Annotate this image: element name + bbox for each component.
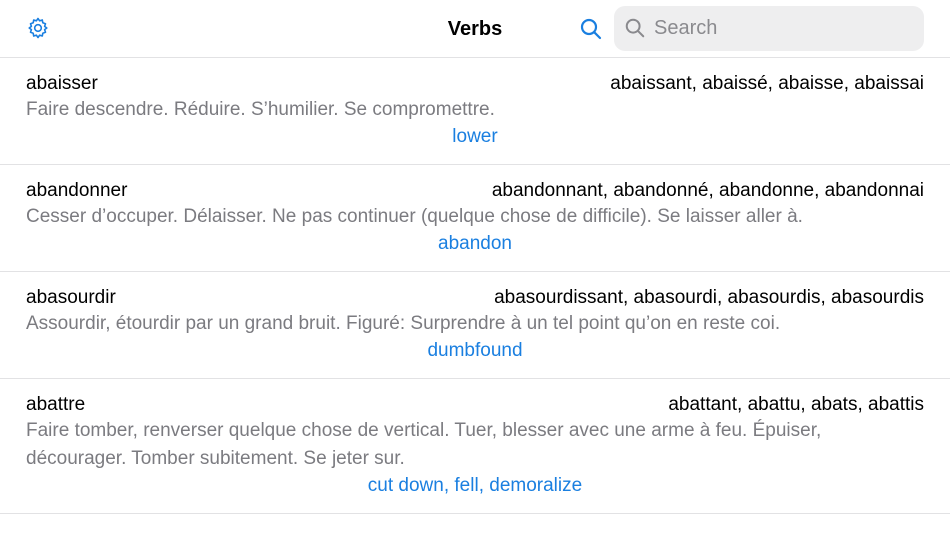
verb-infinitive: abattre (26, 394, 86, 415)
verb-translation: abandon (438, 233, 512, 254)
verb-translation: dumbfound (427, 340, 523, 361)
verb-infinitive: abaisser (26, 73, 98, 94)
list-item-partial[interactable] (0, 514, 950, 554)
list-item[interactable]: abasourdir abasourdissant, abasourdi, ab… (0, 272, 950, 379)
verb-definition: Assourdir, étourdir par un grand bruit. … (26, 313, 781, 334)
verb-translation: cut down, fell, demoralize (367, 475, 583, 496)
magnifier-icon (625, 18, 645, 38)
verb-definition: Faire descendre. Réduire. S’humilier. Se… (26, 99, 495, 120)
verb-forms: abattant, abattu, abats, abattis (668, 394, 924, 415)
verb-list[interactable]: abaisser abaissant, abaissé, abaisse, ab… (0, 57, 950, 554)
search-field[interactable] (614, 6, 924, 51)
verb-infinitive: abasourdir (26, 287, 116, 308)
search-input[interactable] (654, 6, 914, 51)
gear-icon[interactable] (26, 16, 50, 40)
search-icon[interactable] (579, 17, 603, 41)
verb-forms: abaissant, abaissé, abaisse, abaissai (610, 73, 924, 94)
list-item[interactable]: abaisser abaissant, abaissé, abaisse, ab… (0, 58, 950, 165)
list-item[interactable]: abattre abattant, abattu, abats, abattis… (0, 379, 950, 514)
verb-definition: Cesser d’occuper. Délaisser. Ne pas cont… (26, 206, 803, 227)
verb-translation: lower (452, 126, 498, 147)
verb-definition: Faire tomber, renverser quelque chose de… (26, 420, 822, 469)
nav-bar: Verbs (0, 0, 950, 57)
verb-forms: abasourdissant, abasourdi, abasourdis, a… (494, 287, 924, 308)
list-item[interactable]: abandonner abandonnant, abandonné, aband… (0, 165, 950, 272)
verb-infinitive: abandonner (26, 180, 128, 201)
verb-forms: abandonnant, abandonné, abandonne, aband… (491, 180, 924, 201)
